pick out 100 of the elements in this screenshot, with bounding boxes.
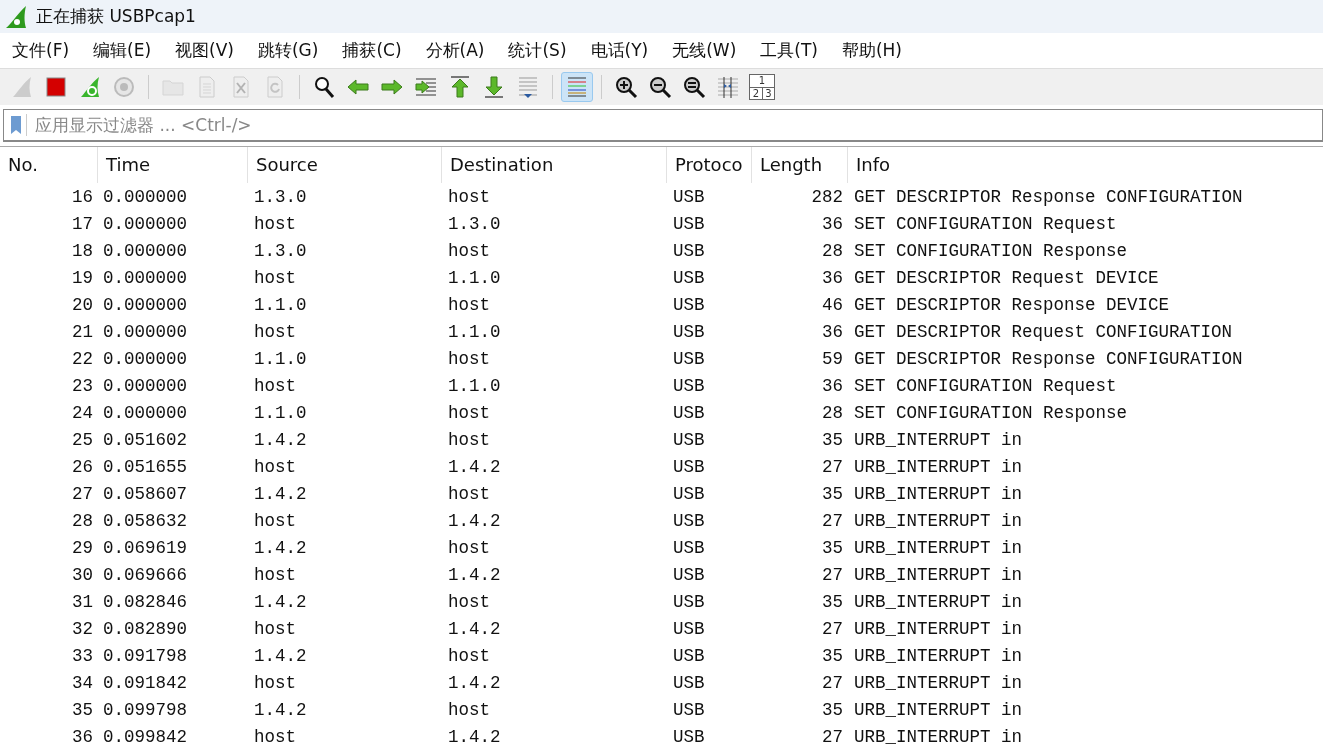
column-header[interactable]: Length [752,147,848,183]
menu-item[interactable]: 工具(T) [760,39,818,62]
table-cell-text: 0.000000 [102,402,188,423]
table-cell-text: USB [672,591,706,612]
table-cell-text: 1.4.2 [447,510,502,531]
display-filter-field[interactable]: 应用显示过滤器 ... <Ctrl-/> [3,109,1323,142]
table-cell-text: host [447,348,491,369]
table-cell-text: USB [672,375,706,396]
table-cell-text: 0.051655 [102,456,188,477]
column-header[interactable]: Source [248,147,442,183]
table-cell-text: 1.1.0 [447,321,502,342]
table-cell-text: 1.4.2 [447,672,502,693]
table-cell-text: 1.1.0 [447,267,502,288]
menu-item[interactable]: 视图(V) [175,39,234,62]
table-cell-text: SET CONFIGURATION Request [853,213,1118,234]
table-cell-text: 21 [71,321,94,342]
column-header[interactable]: Time [98,147,248,183]
table-cell-text: 1.4.2 [253,699,308,720]
table-cell-text: 34 [71,672,94,693]
table-cell-text: host [447,645,491,666]
table-cell-text: USB [672,321,706,342]
menu-item[interactable]: 分析(A) [425,39,485,62]
table-cell-text: 36 [821,267,844,288]
table-cell-text: 0.082846 [102,591,188,612]
menu-item[interactable]: 无线(W) [672,39,737,62]
menu-item[interactable]: 编辑(E) [93,39,152,62]
menu-item[interactable]: 电话(Y) [590,39,649,62]
table-cell-text: 31 [71,591,94,612]
menu-item[interactable]: 跳转(G) [257,39,319,62]
table-cell-text: URB_INTERRUPT in [853,726,1024,747]
table-cell-text: host [447,483,491,504]
table-cell-text: USB [672,402,706,423]
table-cell-text: 1.4.2 [253,645,308,666]
table-cell-text: 20 [71,294,94,315]
table-cell-text: 0.000000 [102,186,188,207]
table-cell-text: host [253,726,297,747]
table-cell-text: 19 [71,267,94,288]
pane-number: 3 [762,87,774,99]
menu-item[interactable]: 帮助(H) [841,39,902,62]
table-cell-text: host [447,186,491,207]
layout-grid-icon[interactable]: 1 2 3 [746,72,778,102]
table-cell-text: USB [672,645,706,666]
colored-lines-icon[interactable] [561,72,593,102]
table-cell-text: URB_INTERRUPT in [853,456,1024,477]
table-cell-text: 36 [821,321,844,342]
table-cell-text: 0.051602 [102,429,188,450]
table-cell-text: URB_INTERRUPT in [853,510,1024,531]
table-cell-text: USB [672,267,706,288]
table-cell-text: host [253,375,297,396]
filter-input[interactable]: 应用显示过滤器 ... <Ctrl-/> [33,114,1322,136]
table-cell-text: USB [672,537,706,558]
table-cell-text: 1.3.0 [253,186,308,207]
table-cell-text: SET CONFIGURATION Response [853,240,1129,261]
column-header[interactable]: Destination [442,147,667,183]
table-cell-text: 0.069666 [102,564,188,585]
table-cell-text: URB_INTERRUPT in [853,537,1024,558]
menu-item[interactable]: 统计(S) [508,39,567,62]
shark-fin-icon [4,4,28,29]
table-cell-text: URB_INTERRUPT in [853,645,1024,666]
table-cell-text: 27 [821,510,844,531]
table-cell-text: 1.4.2 [253,429,308,450]
menu-item[interactable]: 文件(F) [12,39,70,62]
table-cell-text: 35 [821,537,844,558]
table-cell-text: URB_INTERRUPT in [853,429,1024,450]
table-cell-text: 0.000000 [102,375,188,396]
table-cell-text: USB [672,429,706,450]
table-cell-text: 1.4.2 [447,564,502,585]
table-cell-text: GET DESCRIPTOR Response DEVICE [853,294,1171,315]
column-header[interactable]: Protoco [667,147,752,183]
column-header[interactable]: No. [0,147,98,183]
table-cell-text: 36 [821,375,844,396]
table-cell-text: host [253,618,297,639]
table-cell-text: 0.000000 [102,348,188,369]
table-cell-text: 35 [821,591,844,612]
table-cell-text: 27 [821,672,844,693]
table-cell-text: GET DESCRIPTOR Request DEVICE [853,267,1160,288]
table-cell-text: 0.091798 [102,645,188,666]
table-cell-text: GET DESCRIPTOR Response CONFIGURATION [853,348,1244,369]
table-cell-text: host [253,564,297,585]
table-cell-text: host [447,240,491,261]
table-cell-text: host [253,510,297,531]
table-cell-text: 27 [821,618,844,639]
table-cell-text: USB [672,348,706,369]
table-cell-text: host [447,699,491,720]
table-cell-text: 46 [821,294,844,315]
table-cell-text: USB [672,186,706,207]
table-cell-text: 18 [71,240,94,261]
table-cell-text: 1.1.0 [253,294,308,315]
table-cell-text: 282 [810,186,844,207]
table-cell-text: 29 [71,537,94,558]
menu-item[interactable]: 捕获(C) [342,39,402,62]
table-cell-text: 0.000000 [102,240,188,261]
table-cell-text: 0.000000 [102,267,188,288]
table-cell-text: 27 [821,456,844,477]
table-cell-text: 35 [821,483,844,504]
table-cell-text: 25 [71,429,94,450]
table-cell-text: host [447,402,491,423]
table-cell-text: GET DESCRIPTOR Response CONFIGURATION [853,186,1244,207]
table-cell-text: USB [672,672,706,693]
column-header[interactable]: Info [848,147,1323,183]
